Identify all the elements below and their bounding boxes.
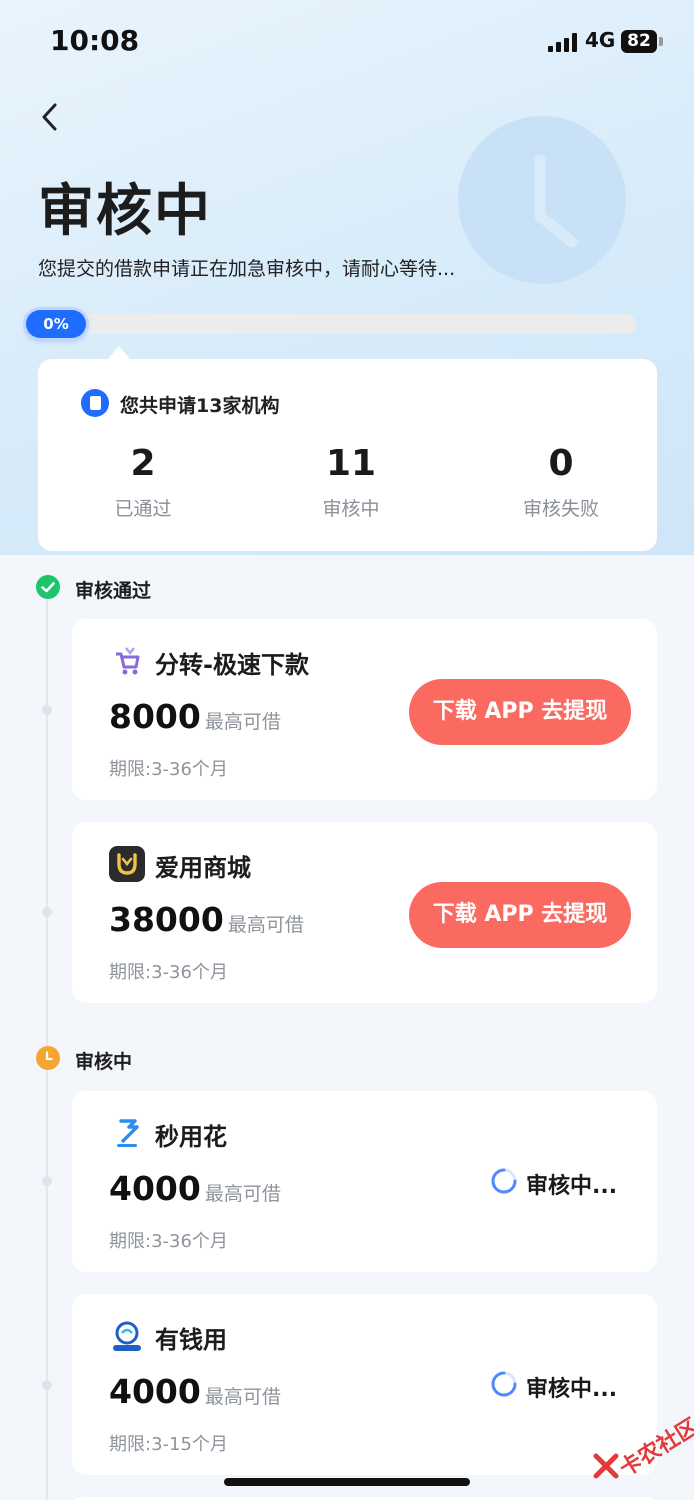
page-subtitle: 您提交的借款申请正在加急审核中，请耐心等待... — [38, 258, 456, 280]
check-icon — [36, 575, 60, 599]
timeline-node — [42, 1380, 52, 1390]
amount-label: 最高可借 — [204, 711, 281, 733]
back-button[interactable] — [38, 102, 64, 132]
progress-label: 0% — [26, 310, 86, 338]
lender-name: 爱用商城 — [155, 854, 251, 882]
stat-label: 已通过 — [114, 498, 172, 520]
lender-card[interactable]: 爱用商城 38000 最高可借 期限:3-36个月 下载 APP 去提现 — [72, 822, 657, 1003]
amount-value: 8000 — [109, 697, 201, 736]
battery-tip — [659, 37, 663, 46]
network-label: 4G — [585, 28, 616, 52]
clock-icon — [458, 116, 626, 284]
miaoyonghua-logo-icon — [109, 1115, 145, 1151]
lender-name: 分转-极速下款 — [155, 651, 309, 679]
lender-name: 秒用花 — [155, 1123, 227, 1151]
loan-amount: 38000 最高可借 — [109, 900, 304, 939]
loan-term: 期限:3-36个月 — [109, 1231, 228, 1252]
timeline-node — [42, 907, 52, 917]
stat-value: 11 — [325, 443, 377, 484]
status-bar: 10:08 4G 82 — [0, 0, 694, 84]
section-title: 审核中 — [75, 1051, 133, 1073]
summary-pointer — [108, 346, 130, 359]
loan-amount: 8000 最高可借 — [109, 697, 281, 736]
stat-value: 0 — [548, 443, 574, 484]
stat-label: 审核失败 — [522, 498, 599, 520]
amount-label: 最高可借 — [204, 1183, 281, 1205]
loan-term: 期限:3-36个月 — [109, 759, 228, 780]
spinner-icon — [491, 1371, 517, 1397]
review-status-text: 审核中... — [526, 1377, 618, 1402]
loan-amount: 4000 最高可借 — [109, 1169, 281, 1208]
stat-approved: 2 已通过 — [63, 443, 223, 521]
back-chevron-icon — [42, 103, 57, 131]
amount-value: 38000 — [109, 900, 224, 939]
battery-icon: 82 — [621, 30, 657, 53]
download-app-button[interactable]: 下载 APP 去提现 — [409, 882, 631, 948]
timeline-node — [42, 1176, 52, 1186]
signal-icon — [548, 32, 578, 52]
loan-term: 期限:3-15个月 — [109, 1434, 228, 1455]
youqianyong-logo-icon — [109, 1318, 145, 1354]
fenzhuan-logo-icon — [109, 643, 145, 679]
loan-amount: 4000 最高可借 — [109, 1372, 281, 1411]
review-status-text: 审核中... — [526, 1174, 618, 1199]
lender-card[interactable]: 有钱用 4000 最高可借 期限:3-15个月 审核中... — [72, 1294, 657, 1475]
page-title: 审核中 — [38, 179, 212, 244]
status-time: 10:08 — [50, 24, 140, 57]
progress-track — [30, 314, 636, 334]
timeline-node — [42, 705, 52, 715]
stat-reviewing: 11 审核中 — [271, 443, 431, 521]
summary-card: 您共申请13家机构 2 已通过 11 审核中 0 审核失败 — [38, 359, 657, 551]
home-indicator[interactable] — [224, 1478, 470, 1486]
stat-label: 审核中 — [322, 498, 380, 520]
amount-value: 4000 — [109, 1169, 201, 1208]
clock-icon — [36, 1046, 60, 1070]
loan-term: 期限:3-36个月 — [109, 962, 228, 983]
lender-name: 有钱用 — [155, 1326, 227, 1354]
download-app-button[interactable]: 下载 APP 去提现 — [409, 679, 631, 745]
lender-card[interactable]: 分转-极速下款 8000 最高可借 期限:3-36个月 下载 APP 去提现 — [72, 619, 657, 800]
summary-text: 您共申请13家机构 — [120, 395, 280, 417]
watermark: 卡农社区 — [590, 1408, 694, 1488]
lender-card[interactable]: 秒用花 4000 最高可借 期限:3-36个月 审核中... — [72, 1091, 657, 1272]
aiyong-logo-icon — [109, 846, 145, 882]
stat-value: 2 — [130, 443, 156, 484]
spinner-icon — [491, 1168, 517, 1194]
amount-label: 最高可借 — [204, 1386, 281, 1408]
watermark-text: 卡农社区 — [615, 1414, 694, 1483]
amount-value: 4000 — [109, 1372, 201, 1411]
document-icon — [81, 389, 109, 417]
section-title: 审核通过 — [75, 580, 152, 602]
amount-label: 最高可借 — [227, 914, 304, 936]
stat-failed: 0 审核失败 — [481, 443, 641, 521]
